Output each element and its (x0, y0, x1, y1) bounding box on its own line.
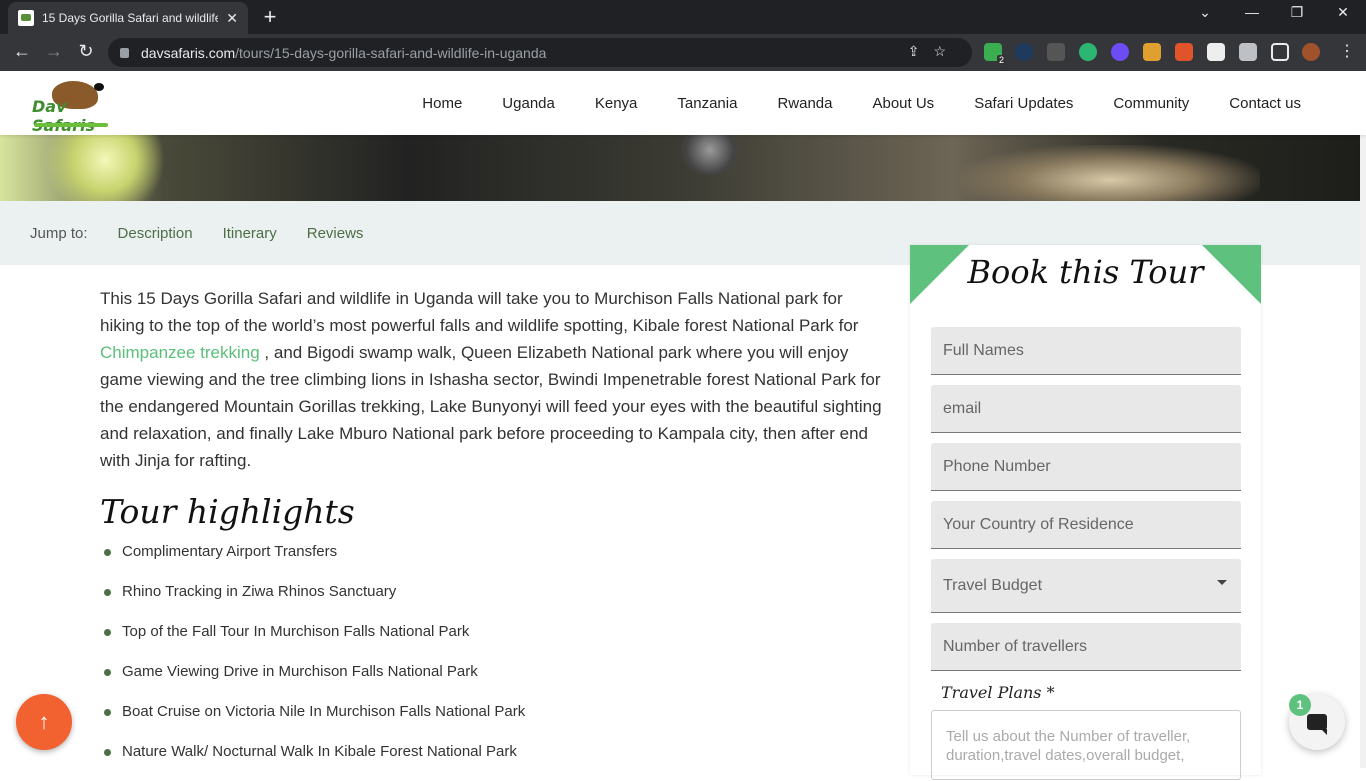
colorful-extension-icon[interactable] (1143, 43, 1161, 61)
nav-kenya[interactable]: Kenya (595, 95, 638, 112)
new-tab-button[interactable]: + (258, 4, 282, 30)
jump-itinerary[interactable]: Itinerary (223, 225, 277, 242)
nav-about-us[interactable]: About Us (872, 95, 934, 112)
phone-field[interactable]: Phone Number (931, 443, 1241, 491)
circle-extension-icon[interactable] (1079, 43, 1097, 61)
travel-budget-select[interactable]: Travel Budget (931, 559, 1241, 613)
hero-branch (960, 145, 1260, 201)
red-extension-icon[interactable] (1175, 43, 1193, 61)
booking-form: Book this Tour Full Names email Phone Nu… (910, 245, 1261, 780)
url-path: /tours/15-days-gorilla-safari-and-wildli… (235, 44, 547, 61)
scroll-to-top-button[interactable]: ↑ (16, 694, 72, 750)
list-item: Top of the Fall Tour In Murchison Falls … (100, 621, 885, 661)
lock-icon (120, 47, 129, 58)
main-nav: Home Uganda Kenya Tanzania Rwanda About … (382, 71, 1301, 135)
highlights-heading: Tour highlights (100, 492, 355, 531)
list-item: Boat Cruise on Victoria Nile In Murchiso… (100, 701, 885, 741)
url-host: davsafaris.com (141, 44, 236, 61)
caret-down-icon (1217, 580, 1227, 585)
jump-description[interactable]: Description (118, 225, 193, 242)
booking-title: Book this Tour (967, 253, 1204, 291)
arrow-up-icon: ↑ (38, 709, 50, 734)
country-field[interactable]: Your Country of Residence (931, 501, 1241, 549)
full-names-field[interactable]: Full Names (931, 327, 1241, 375)
grass-logo-icon (34, 123, 108, 127)
side-panel-icon[interactable] (1271, 43, 1289, 61)
extension-badge: 2 (996, 55, 1006, 65)
close-window-button[interactable]: ✕ (1331, 4, 1355, 21)
browser-tab[interactable]: 15 Days Gorilla Safari and wildlife in U… (8, 2, 248, 34)
tour-description: This 15 Days Gorilla Safari and wildlife… (100, 285, 885, 474)
kebab-menu-icon[interactable]: ⋮ (1335, 41, 1359, 61)
address-bar[interactable]: davsafaris.com/tours/15-days-gorilla-saf… (108, 38, 972, 67)
jump-to-label: Jump to: (30, 224, 88, 242)
restore-button[interactable]: ❐ (1285, 4, 1309, 21)
logo-text: Dav Safaris (32, 97, 95, 135)
site-favicon-icon (18, 10, 34, 26)
list-item: Game Viewing Drive in Murchison Falls Na… (100, 661, 885, 701)
adblock-extension-icon[interactable]: 2 (984, 43, 1006, 65)
hero-image (0, 135, 1360, 201)
chat-badge: 1 (1289, 694, 1311, 716)
travel-budget-value: Travel Budget (943, 576, 1043, 594)
chat-widget-button[interactable]: 1 (1289, 694, 1345, 750)
nav-community[interactable]: Community (1113, 95, 1189, 112)
tab-search-icon[interactable]: ⌄ (1193, 4, 1217, 21)
site-header: Dav Safaris Home Uganda Kenya Tanzania R… (0, 71, 1366, 135)
email-field[interactable]: email (931, 385, 1241, 433)
forward-button[interactable]: → (42, 41, 66, 62)
chimpanzee-trekking-link[interactable]: Chimpanzee trekking (100, 343, 260, 362)
travel-plans-textarea[interactable]: Tell us about the Number of traveller, d… (931, 710, 1241, 780)
list-item: Nature Walk/ Nocturnal Walk In Kibale Fo… (100, 741, 885, 781)
tour-content: This 15 Days Gorilla Safari and wildlife… (100, 285, 885, 781)
profile-avatar[interactable] (1302, 43, 1320, 61)
nav-rwanda[interactable]: Rwanda (777, 95, 832, 112)
asterisk-extension-icon[interactable] (1111, 43, 1129, 61)
page-scrollbar[interactable] (1360, 71, 1366, 768)
share-bookmark-icons[interactable]: ⇪☆ (908, 43, 960, 60)
browser-tab-bar: 15 Days Gorilla Safari and wildlife in U… (0, 0, 1366, 34)
car-extension-icon[interactable] (1047, 43, 1065, 61)
tab-close-icon[interactable]: ✕ (226, 10, 238, 27)
nav-contact-us[interactable]: Contact us (1229, 95, 1301, 112)
travel-plans-label: Travel Plans * (941, 683, 1055, 702)
hero-gorilla-eye (680, 135, 740, 175)
puzzle-extensions-icon[interactable] (1239, 43, 1257, 61)
travellers-field[interactable]: Number of travellers (931, 623, 1241, 671)
nav-uganda[interactable]: Uganda (502, 95, 555, 112)
tab-title: 15 Days Gorilla Safari and wildlife in U… (42, 11, 219, 25)
list-item: Rhino Tracking in Ziwa Rhinos Sanctuary (100, 581, 885, 621)
jump-reviews[interactable]: Reviews (307, 225, 364, 242)
back-button[interactable]: ← (10, 41, 34, 62)
nav-tanzania[interactable]: Tanzania (677, 95, 737, 112)
hero-highlight (40, 135, 170, 201)
notes-extension-icon[interactable] (1207, 43, 1225, 61)
description-text-start: This 15 Days Gorilla Safari and wildlife… (100, 289, 859, 335)
highlights-list: Complimentary Airport Transfers Rhino Tr… (100, 541, 885, 781)
list-item: Complimentary Airport Transfers (100, 541, 885, 581)
chat-icon (1307, 714, 1327, 735)
site-logo[interactable]: Dav Safaris (30, 79, 112, 135)
minimize-button[interactable]: — (1240, 4, 1264, 20)
nav-safari-updates[interactable]: Safari Updates (974, 95, 1073, 112)
react-devtools-icon[interactable] (1015, 43, 1033, 61)
description-text-end: , and Bigodi swamp walk, Queen Elizabeth… (100, 343, 882, 470)
browser-toolbar: ← → ↻ davsafaris.com/tours/15-days-goril… (0, 34, 1366, 71)
reload-button[interactable]: ↻ (74, 41, 98, 62)
nav-home[interactable]: Home (422, 95, 462, 112)
